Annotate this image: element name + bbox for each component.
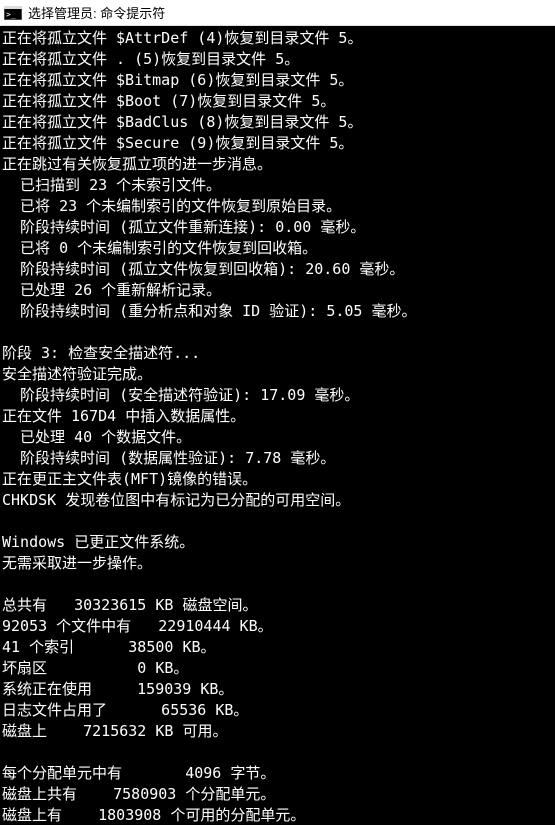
terminal-line: 磁盘上共有 7580903 个分配单元。 <box>2 784 553 805</box>
terminal-line <box>2 742 553 763</box>
terminal-line: 安全描述符验证完成。 <box>2 364 553 385</box>
terminal-line: 已将 23 个未编制索引的文件恢复到原始目录。 <box>2 196 553 217</box>
terminal-line: 阶段 3: 检查安全描述符... <box>2 343 553 364</box>
terminal-line: 日志文件占用了 65536 KB。 <box>2 700 553 721</box>
terminal-line: 已处理 26 个重新解析记录。 <box>2 280 553 301</box>
terminal-line: 阶段持续时间 (重分析点和对象 ID 验证): 5.05 毫秒。 <box>2 301 553 322</box>
terminal-line: 正在将孤立文件 . (5)恢复到目录文件 5。 <box>2 49 553 70</box>
terminal-line <box>2 574 553 595</box>
terminal-line: 阶段持续时间 (数据属性验证): 7.78 毫秒。 <box>2 448 553 469</box>
terminal-line: 正在跳过有关恢复孤立项的进一步消息。 <box>2 154 553 175</box>
terminal-line: 正在将孤立文件 $AttrDef (4)恢复到目录文件 5。 <box>2 28 553 49</box>
terminal-line: 阶段持续时间 (孤立文件重新连接): 0.00 毫秒。 <box>2 217 553 238</box>
terminal-line <box>2 511 553 532</box>
terminal-line: 磁盘上 7215632 KB 可用。 <box>2 721 553 742</box>
terminal-line <box>2 322 553 343</box>
terminal-line: 总共有 30323615 KB 磁盘空间。 <box>2 595 553 616</box>
svg-text:>_: >_ <box>6 10 16 19</box>
terminal-output[interactable]: 正在将孤立文件 $AttrDef (4)恢复到目录文件 5。正在将孤立文件 . … <box>0 26 555 825</box>
terminal-line: 已将 0 个未编制索引的文件恢复到回收箱。 <box>2 238 553 259</box>
terminal-line: 正在将孤立文件 $Bitmap (6)恢复到目录文件 5。 <box>2 70 553 91</box>
terminal-line: 每个分配单元中有 4096 字节。 <box>2 763 553 784</box>
terminal-line: 92053 个文件中有 22910444 KB。 <box>2 616 553 637</box>
terminal-line: 正在将孤立文件 $Secure (9)恢复到目录文件 5。 <box>2 133 553 154</box>
terminal-line: 已扫描到 23 个未索引文件。 <box>2 175 553 196</box>
terminal-line: 正在将孤立文件 $BadClus (8)恢复到目录文件 5。 <box>2 112 553 133</box>
terminal-line: 阶段持续时间 (孤立文件恢复到回收箱): 20.60 毫秒。 <box>2 259 553 280</box>
terminal-line: 无需采取进一步操作。 <box>2 553 553 574</box>
terminal-line: 磁盘上有 1803908 个可用的分配单元。 <box>2 805 553 825</box>
terminal-line: Windows 已更正文件系统。 <box>2 532 553 553</box>
window-titlebar[interactable]: >_ 选择管理员: 命令提示符 <box>0 0 555 26</box>
terminal-line: CHKDSK 发现卷位图中有标记为已分配的可用空间。 <box>2 490 553 511</box>
terminal-line: 正在将孤立文件 $Boot (7)恢复到目录文件 5。 <box>2 91 553 112</box>
terminal-line: 正在文件 167D4 中插入数据属性。 <box>2 406 553 427</box>
terminal-line: 41 个索引 38500 KB。 <box>2 637 553 658</box>
cmd-icon: >_ <box>4 5 22 21</box>
terminal-line: 阶段持续时间 (安全描述符验证): 17.09 毫秒。 <box>2 385 553 406</box>
terminal-line: 正在更正主文件表(MFT)镜像的错误。 <box>2 469 553 490</box>
terminal-line: 坏扇区 0 KB。 <box>2 658 553 679</box>
window-title: 选择管理员: 命令提示符 <box>28 3 165 22</box>
terminal-line: 系统正在使用 159039 KB。 <box>2 679 553 700</box>
terminal-line: 已处理 40 个数据文件。 <box>2 427 553 448</box>
